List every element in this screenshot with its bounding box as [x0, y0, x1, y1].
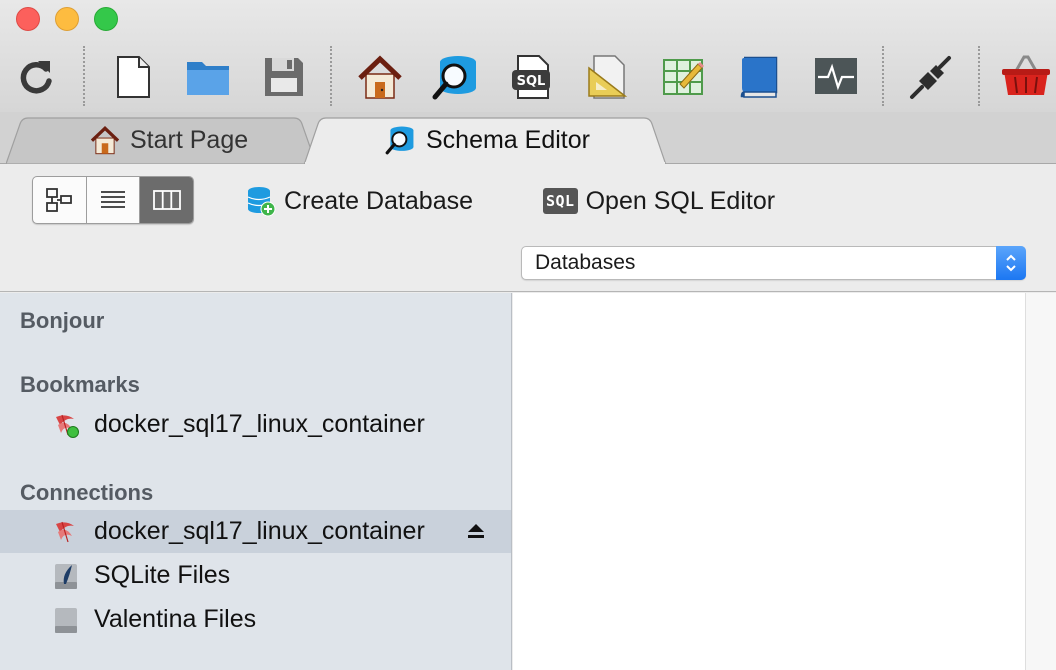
sql-badge-icon: SQL: [543, 188, 578, 214]
connection-item-label: Valentina Files: [94, 605, 257, 633]
table-edit-button[interactable]: [655, 50, 711, 104]
connection-item-docker[interactable]: docker_sql17_linux_container: [0, 510, 511, 553]
tab-schema-editor[interactable]: Schema Editor: [304, 116, 674, 165]
schema-editor-toolbar: Create Database SQL Open SQL Editor Data…: [0, 164, 1056, 292]
minimize-button[interactable]: [55, 7, 79, 31]
zoom-button[interactable]: [94, 7, 118, 31]
sqlite-files-icon: [55, 564, 77, 589]
book-button[interactable]: [731, 50, 787, 104]
column-view-button[interactable]: [140, 177, 193, 223]
open-sql-editor-label: Open SQL Editor: [585, 186, 776, 215]
mssql-connection-icon: [56, 521, 74, 543]
new-file-icon: [117, 56, 150, 98]
new-file-button[interactable]: [105, 50, 161, 104]
tab-schema-editor-label: Schema Editor: [426, 125, 590, 154]
traffic-lights: [16, 7, 118, 31]
home-icon: [358, 55, 402, 99]
create-database-button[interactable]: Create Database: [246, 182, 473, 220]
bookmark-item[interactable]: docker_sql17_linux_container: [0, 403, 511, 446]
section-header-bookmarks: Bookmarks: [20, 372, 140, 397]
toolbar-separator: [978, 46, 980, 106]
tab-start-page[interactable]: Start Page: [6, 116, 316, 164]
diagram-view-button[interactable]: [33, 177, 87, 223]
schema-search-icon: [385, 126, 414, 155]
bookmark-item-label: docker_sql17_linux_container: [94, 410, 425, 438]
save-icon: [265, 58, 303, 96]
store-button[interactable]: [998, 50, 1054, 104]
mssql-bookmark-icon: [56, 414, 79, 438]
sql-file-icon: SQL: [512, 55, 550, 99]
refresh-button[interactable]: [8, 50, 64, 104]
connections-sidebar: Bonjour Bookmarks docker_sql17_linux_con…: [0, 293, 512, 670]
toolbar-separator: [330, 46, 332, 106]
open-sql-editor-button[interactable]: SQL Open SQL Editor: [543, 182, 775, 220]
activity-monitor-icon: [815, 58, 857, 94]
home-button[interactable]: [352, 50, 408, 104]
eject-icon[interactable]: [466, 522, 486, 540]
scope-select-value: Databases: [535, 251, 636, 274]
column-view-icon: [152, 190, 181, 210]
connection-item-valentina[interactable]: Valentina Files: [0, 598, 511, 641]
list-view-button[interactable]: [87, 177, 141, 223]
sql-file-button[interactable]: SQL: [504, 50, 560, 104]
design-button[interactable]: [580, 50, 636, 104]
basket-icon: [1002, 55, 1050, 95]
section-header-connections: Connections: [20, 480, 154, 505]
open-folder-button[interactable]: [180, 50, 236, 104]
tab-strip: Start Page Schema Editor: [0, 112, 1056, 165]
select-stepper-icon: [996, 246, 1026, 280]
book-icon: [740, 56, 778, 98]
refresh-icon: [20, 61, 52, 94]
home-icon: [90, 126, 120, 155]
sql-icon-text: SQL: [517, 74, 546, 89]
close-button[interactable]: [16, 7, 40, 31]
tab-start-page-label: Start Page: [130, 125, 249, 154]
valentina-files-icon: [55, 608, 77, 633]
schema-content-panel: [513, 293, 1056, 670]
schema-search-button[interactable]: [427, 50, 483, 104]
section-header-bonjour: Bonjour: [20, 308, 105, 333]
chevron-up-down-icon: [1006, 254, 1016, 272]
activity-button[interactable]: [808, 50, 864, 104]
connect-button[interactable]: [902, 50, 958, 104]
toolbar-separator: [882, 46, 884, 106]
open-folder-icon: [187, 62, 229, 95]
scope-select[interactable]: Databases: [521, 246, 1026, 280]
design-ruler-icon: [588, 55, 628, 99]
toolbar-separator: [83, 46, 85, 106]
create-database-icon: [247, 187, 276, 217]
connection-item-sqlite[interactable]: SQLite Files: [0, 554, 511, 597]
list-view-icon: [101, 191, 125, 208]
connect-plug-icon: [910, 56, 951, 99]
create-database-label: Create Database: [284, 186, 474, 215]
schema-search-icon: [432, 56, 476, 100]
diagram-view-icon: [46, 188, 73, 212]
save-button[interactable]: [256, 50, 312, 104]
connection-item-label: SQLite Files: [94, 561, 231, 589]
window-titlebar: SQL: [0, 0, 1056, 112]
main-toolbar: SQL: [0, 40, 1056, 110]
scrollbar-track[interactable]: [1026, 293, 1056, 670]
connection-item-label: docker_sql17_linux_container: [94, 517, 425, 545]
view-mode-segmented-control: [32, 176, 194, 224]
table-edit-icon: [663, 59, 704, 95]
